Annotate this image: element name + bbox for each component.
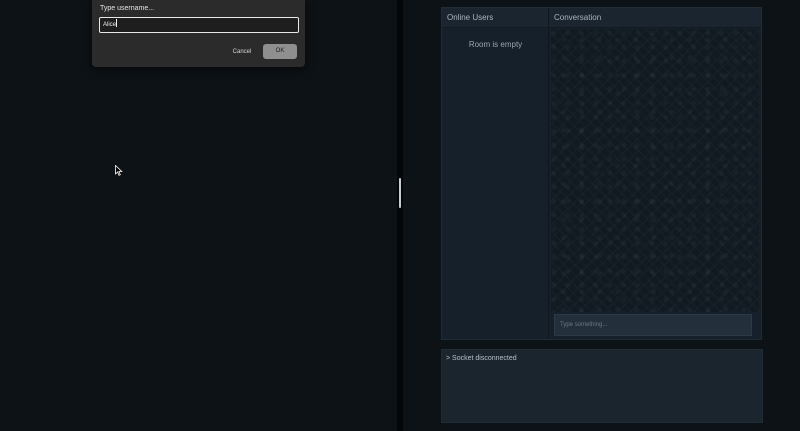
username-input[interactable]: Alice	[99, 17, 299, 33]
cancel-button[interactable]: Cancel	[223, 45, 261, 59]
chat-panel: Online Users Room is empty Conversation …	[441, 7, 762, 340]
pane-resize-handle[interactable]	[399, 178, 401, 208]
username-prompt-dialog: Type username... Alice Cancel OK	[92, 0, 305, 67]
screen: Type username... Alice Cancel OK Online …	[0, 0, 800, 431]
console-line: > Socket disconnected	[446, 355, 517, 362]
online-users-column: Online Users Room is empty	[442, 8, 549, 339]
text-caret	[116, 19, 118, 27]
console-log: > Socket disconnected	[441, 349, 763, 423]
mouse-pointer-icon	[115, 165, 123, 176]
username-input-value: Alice	[103, 22, 117, 28]
conversation-header: Conversation	[549, 8, 761, 28]
dialog-title: Type username...	[100, 5, 155, 12]
message-input[interactable]: Type something...	[554, 314, 752, 336]
ok-button[interactable]: OK	[263, 44, 297, 59]
room-empty-text: Room is empty	[468, 40, 523, 49]
conversation-messages[interactable]	[551, 29, 759, 312]
conversation-column: Conversation Type something...	[549, 8, 761, 339]
online-users-header: Online Users	[442, 8, 548, 28]
